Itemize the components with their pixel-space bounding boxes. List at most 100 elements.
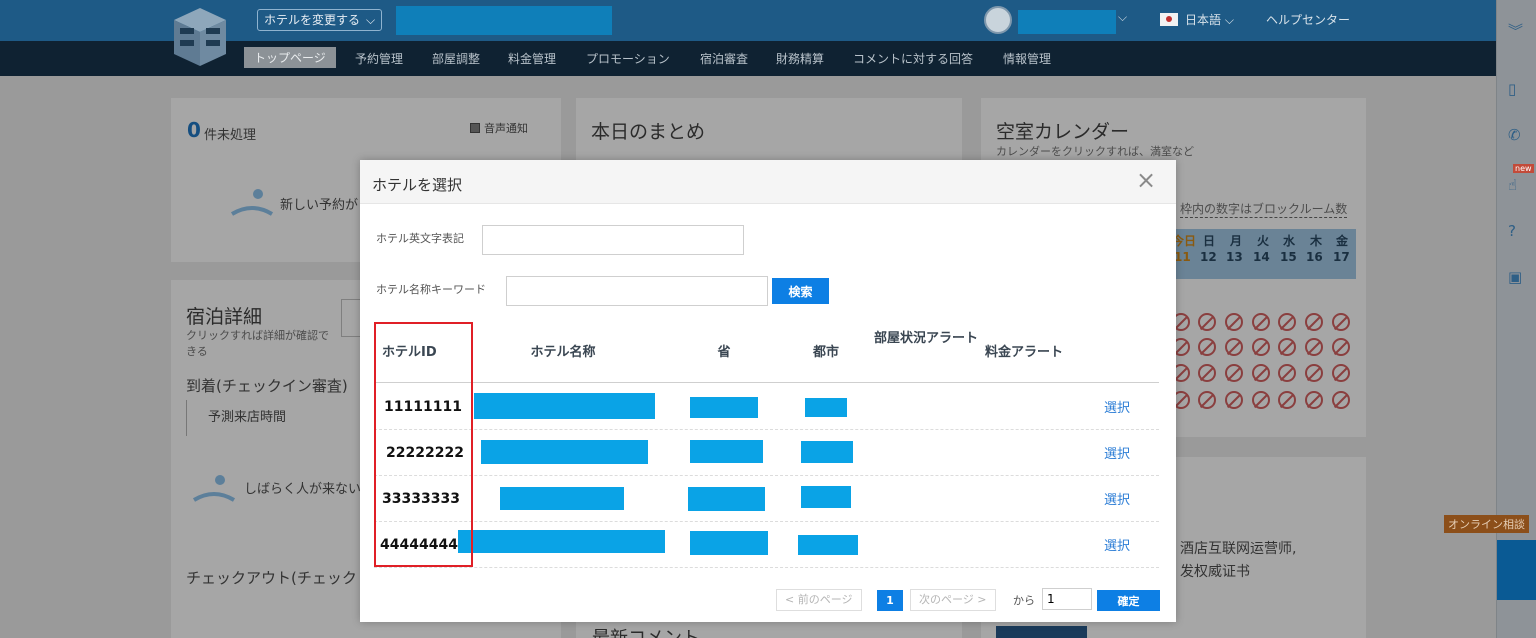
closed-room-icon[interactable] [1225, 338, 1243, 356]
column-header-city: 都市 [812, 345, 839, 360]
language-selector[interactable]: 日本語 ⌵ [1185, 11, 1234, 28]
change-hotel-label: ホテルを変更する [264, 13, 361, 27]
thumbs-up-icon[interactable]: ☝ [1508, 176, 1517, 194]
mobile-icon[interactable]: ▯ [1508, 80, 1516, 98]
stay-detail-title: 宿泊詳細 [186, 306, 263, 328]
nav-rate-management[interactable]: 料金管理 [508, 50, 556, 67]
redacted-hotel-name [396, 6, 612, 35]
calendar-title: 空室カレンダー [996, 121, 1130, 143]
calendar-day-2: 月 [1230, 234, 1243, 248]
calendar-day-3: 火 [1257, 234, 1270, 248]
close-icon[interactable]: × [1136, 168, 1156, 192]
nav-room-adjust[interactable]: 部屋調整 [432, 50, 480, 67]
select-link[interactable]: 選択 [1104, 443, 1130, 462]
dialog-title: ホテルを選択 [372, 176, 463, 194]
next-page-button[interactable]: 次のページ > [910, 589, 996, 611]
select-link[interactable]: 選択 [1104, 489, 1130, 508]
calendar-day-1: 日 [1203, 234, 1216, 248]
closed-room-icon[interactable] [1252, 391, 1270, 409]
new-badge: new [1513, 164, 1534, 173]
closed-room-icon[interactable] [1305, 364, 1323, 382]
prev-page-button[interactable]: < 前のページ [776, 589, 862, 611]
new-reservation-text: 新しい予約が [280, 198, 359, 213]
closed-room-icon[interactable] [1198, 391, 1216, 409]
closed-room-icon[interactable] [1198, 364, 1216, 382]
stay-filter-input[interactable] [341, 299, 361, 337]
help-icon[interactable]: ? [1508, 222, 1516, 240]
closed-room-icon[interactable] [1278, 338, 1296, 356]
nobody-coming-text: しばらく人が来ない [244, 482, 362, 497]
chevron-down-icon[interactable]: ⌵ [1118, 10, 1127, 25]
search-button[interactable]: 検索 [772, 278, 829, 304]
calendar-date-2: 13 [1226, 250, 1243, 264]
online-consult-label[interactable]: オンライン相談 [1444, 515, 1529, 533]
closed-room-icon[interactable] [1198, 313, 1216, 331]
closed-room-icon[interactable] [1332, 391, 1350, 409]
japan-flag-icon [1160, 13, 1178, 26]
redacted-city-cell [805, 398, 847, 417]
nav-promotion[interactable]: プロモーション [586, 50, 670, 67]
closed-room-icon[interactable] [1305, 313, 1323, 331]
closed-room-icon[interactable] [1252, 364, 1270, 382]
nav-comment-replies[interactable]: コメントに対する回答 [853, 50, 973, 67]
headset-icon[interactable] [1497, 540, 1536, 600]
redacted-hotel-name-cell [500, 487, 624, 510]
calendar-date-1: 12 [1200, 250, 1217, 264]
help-center-link[interactable]: ヘルプセンター [1266, 11, 1350, 28]
redacted-hotel-name-cell [474, 393, 655, 419]
stay-detail-subtitle: クリックすれば詳細が確認できる [186, 329, 329, 358]
row-divider [374, 567, 1159, 568]
nav-reservations[interactable]: 予約管理 [355, 50, 403, 67]
redacted-province-cell [688, 487, 765, 511]
confirm-button[interactable]: 確定 [1097, 590, 1160, 611]
user-avatar-icon[interactable] [984, 6, 1012, 34]
select-link[interactable]: 選択 [1104, 535, 1130, 554]
select-link[interactable]: 選択 [1104, 397, 1130, 416]
calendar-day-4: 水 [1283, 234, 1296, 248]
redacted-city-cell [801, 486, 851, 508]
summary-title: 本日のまとめ [591, 121, 706, 143]
closed-room-icon[interactable] [1278, 364, 1296, 382]
english-name-input[interactable] [482, 225, 744, 255]
redacted-city-cell [801, 441, 853, 463]
checkin-heading: 到着(チェックイン審査) [186, 377, 348, 395]
closed-room-icon[interactable] [1305, 338, 1323, 356]
change-hotel-dropdown[interactable]: ホテルを変更する ⌵ [257, 9, 383, 31]
nav-top-page[interactable]: トップページ [244, 47, 336, 68]
pending-label: 件未処理 [204, 128, 257, 143]
english-name-label: ホテル英文字表記 [376, 232, 464, 245]
closed-room-icon[interactable] [1332, 364, 1350, 382]
closed-room-icon[interactable] [1252, 313, 1270, 331]
sound-notice-label: 音声通知 [484, 122, 528, 135]
closed-room-icon[interactable] [1225, 391, 1243, 409]
closed-room-icon[interactable] [1198, 338, 1216, 356]
nav-info-management[interactable]: 情報管理 [1003, 50, 1051, 67]
calendar-date-5: 16 [1306, 250, 1323, 264]
brand-logo [174, 8, 226, 66]
divider [186, 400, 187, 436]
nav-stay-review[interactable]: 宿泊審査 [700, 50, 748, 67]
promo-text-2: 发权威证书 [1180, 564, 1250, 580]
nav-finance[interactable]: 財務精算 [776, 50, 824, 67]
calendar-day-5: 木 [1310, 234, 1323, 248]
keyword-input[interactable] [506, 276, 768, 306]
current-page[interactable]: 1 [877, 590, 903, 611]
page-number-input[interactable] [1042, 588, 1092, 610]
select-hotel-dialog: ホテルを選択 × ホテル英文字表記 ホテル名称キーワード 検索 ホテルID ホテ… [360, 160, 1176, 622]
hotel-id-highlight-box [374, 322, 473, 567]
closed-room-icon[interactable] [1332, 313, 1350, 331]
double-chevron-down-icon[interactable]: ︾ [1508, 20, 1523, 41]
closed-room-icon[interactable] [1332, 338, 1350, 356]
calendar-subtitle: カレンダーをクリックすれば、満室など [996, 145, 1194, 158]
closed-room-icon[interactable] [1225, 364, 1243, 382]
swimmer-icon [230, 189, 274, 216]
closed-room-icon[interactable] [1278, 313, 1296, 331]
gift-icon[interactable]: ▣ [1508, 268, 1522, 286]
phone-icon[interactable]: ✆ [1508, 126, 1521, 144]
closed-room-icon[interactable] [1225, 313, 1243, 331]
calendar-day-6: 金 [1336, 234, 1349, 248]
closed-room-icon[interactable] [1252, 338, 1270, 356]
closed-room-icon[interactable] [1278, 391, 1296, 409]
sound-notice-checkbox[interactable]: 音声通知 [470, 120, 528, 136]
closed-room-icon[interactable] [1305, 391, 1323, 409]
